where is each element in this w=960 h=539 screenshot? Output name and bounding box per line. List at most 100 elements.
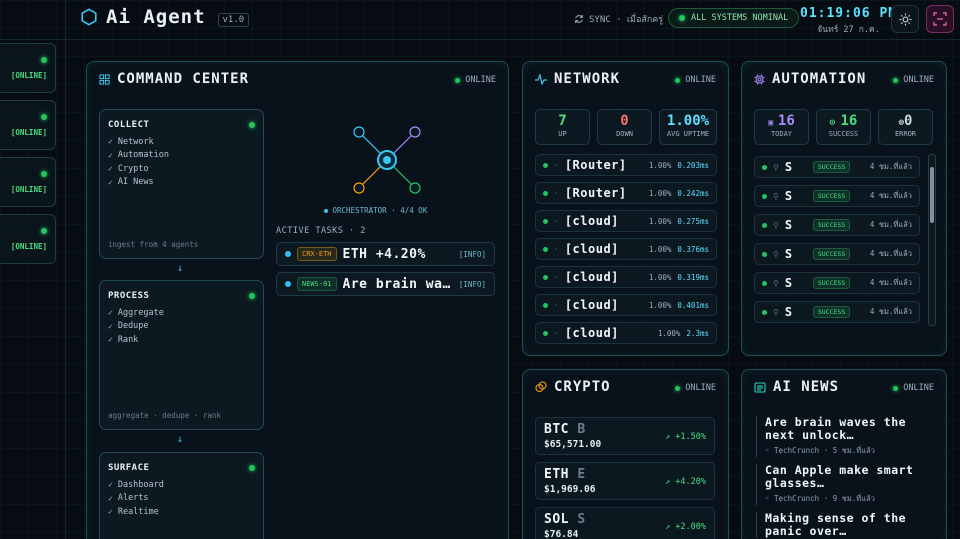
network-row[interactable]: · [cloud] 1.00% 0.319ms [535,266,717,288]
agent-strip: [ONLINE] [ONLINE] [ONLINE] [ONLINE] [0,40,66,539]
coin-row-eth[interactable]: ETH E $1,969.06 ↗ +4.20% [535,462,715,500]
task-row[interactable]: CRX-ETH ETH +4.20% [INFO] [276,242,495,266]
panel-status: ONLINE [675,75,716,85]
coin-change: ↗ +2.00% [665,522,706,532]
scrollbar-thumb[interactable] [930,167,934,223]
node-latency: 0.242ms [677,188,709,198]
stage-items: ✓ Aggregate ✓ Dedupe ✓ Rank [108,306,164,347]
network-row[interactable]: · [cloud] 1.00% 0.401ms [535,294,717,316]
sync-status[interactable]: SYNC · เมื่อสักครู่ [574,12,663,26]
check-icon: ✓ [108,335,113,345]
panel-status: ONLINE [893,75,934,85]
stage-item: ✓ Dedupe [108,320,164,334]
success-badge: SUCCESS [812,306,851,318]
coin-change: ↗ +1.50% [665,432,706,442]
coin-ticker: ETH [544,467,569,482]
job-time: 4 ชม.ที่แล้ว [869,162,912,171]
stat-value: 7 [558,113,567,129]
news-source-text: TechCrunch · 5 ชม.ที่แล้ว [774,446,875,455]
network-row[interactable]: · [Router] 1.00% 0.203ms [535,154,717,176]
stat-number: 16 [840,113,858,129]
coin-symbol: ETH E [544,467,604,482]
online-dot [41,171,47,177]
job-name: S [784,160,793,174]
link-icon: ⚲ [773,278,779,288]
news-source: ◜ TechCrunch · 5 ชม.ที่แล้ว [765,445,934,457]
job-time: 4 ชม.ที่แล้ว [869,220,912,229]
network-row[interactable]: · [cloud] 1.00% 0.376ms [535,238,717,260]
agent-card[interactable]: [ONLINE] [0,100,56,150]
automation-row[interactable]: ⚲ S SUCCESS 4 ชม.ที่แล้ว [754,156,920,178]
online-dot [543,274,548,280]
automation-row[interactable]: ⚲ S SUCCESS 4 ชม.ที่แล้ว [754,185,920,207]
success-badge: SUCCESS [812,219,851,231]
theme-toggle-button[interactable] [891,5,919,33]
news-item[interactable]: Can Apple make smart glasses… ◜ TechCrunc… [756,464,934,505]
orchestrator-diagram-icon [353,126,421,194]
agent-card[interactable]: [ONLINE] [0,157,56,207]
stage-item: ✓ Network [108,135,169,149]
stage-collect[interactable]: COLLECT ✓ Network ✓ Automation ✓ Crypto ✓ AI… [99,109,264,259]
rss-icon: ◜ [765,494,775,503]
automation-row[interactable]: ⚲ S SUCCESS 4 ชม.ที่แล้ว [754,272,920,294]
news-title[interactable]: Can Apple make smart glasses… [765,464,934,490]
stage-item: ✓ Rank [108,333,164,347]
link-icon: ⚲ [773,249,779,259]
check-circle-icon: ⊙ [829,118,841,128]
online-dot [762,251,767,257]
online-dot [762,280,767,286]
network-row[interactable]: · [Router] 1.00% 0.242ms [535,182,717,204]
panel-title: AUTOMATION [754,71,866,87]
task-info: [INFO] [458,249,486,259]
news-title[interactable]: Making sense of the panic over… [765,512,934,538]
status-dot [893,77,899,83]
coin-ticker: BTC [544,422,569,437]
task-text: ETH +4.20% [342,246,426,262]
task-tag: NEWS-01 [297,277,337,291]
agent-card[interactable]: [ONLINE] [0,214,56,264]
network-row[interactable]: · [cloud] 1.00% 0.275ms [535,210,717,232]
ai-news-panel: AI NEWS ONLINE Are brain waves the next … [741,369,947,539]
automation-row[interactable]: ⚲ S SUCCESS 4 ชม.ที่แล้ว [754,301,920,323]
stage-item: ✓ Dashboard [108,478,164,492]
coin-ticker: SOL [544,512,569,527]
news-title[interactable]: Are brain waves the next unlock… [765,416,934,442]
check-icon: ✓ [108,493,113,503]
stat-today: ▣ 16 TODAY [754,109,809,145]
node-name: [cloud] [564,326,619,340]
scan-button[interactable] [926,5,954,33]
stat-value: ⊙ 16 [817,113,870,129]
online-dot [543,330,548,336]
online-dot [762,222,767,228]
separator: · [554,216,559,226]
online-dot [543,218,548,224]
network-row[interactable]: · [cloud] 1.00% 2.3ms [535,322,717,344]
automation-row[interactable]: ⚲ S SUCCESS 4 ชม.ที่แล้ว [754,214,920,236]
online-dot [762,309,767,315]
automation-row[interactable]: ⚲ S SUCCESS 4 ชม.ที่แล้ว [754,243,920,265]
online-dot [543,190,548,196]
node-name: [cloud] [564,270,619,284]
job-time: 4 ชม.ที่แล้ว [869,191,912,200]
news-item[interactable]: Making sense of the panic over… [756,512,934,538]
separator: · [554,272,559,282]
online-dot [41,57,47,63]
agent-card[interactable]: [ONLINE] [0,43,56,93]
stage-process[interactable]: PROCESS ✓ Aggregate ✓ Dedupe ✓ Rank aggrega… [99,280,264,430]
calendar-icon: ▣ [768,118,778,127]
task-row[interactable]: NEWS-01 Are brain waves the next unlock … [276,272,495,296]
separator: · [554,300,559,310]
panel-title: AI NEWS [754,379,839,395]
automation-scrollbar[interactable] [928,154,936,326]
check-icon: ✓ [108,308,113,318]
stage-surface[interactable]: SURFACE ✓ Dashboard ✓ Alerts ✓ Realtime [99,452,264,539]
coin-row-btc[interactable]: BTC B $65,571.00 ↗ +1.50% [535,417,715,455]
stat-number: 16 [777,113,795,129]
job-time: 4 ชม.ที่แล้ว [869,278,912,287]
status-dot [893,385,899,391]
coin-symbol: BTC B [544,422,604,437]
coin-row-sol[interactable]: SOL S $76.84 ↗ +2.00% [535,507,715,539]
news-item[interactable]: Are brain waves the next unlock… ◜ TechCr… [756,416,934,457]
link-icon: ⚲ [773,307,779,317]
coin-name: E [577,467,586,482]
